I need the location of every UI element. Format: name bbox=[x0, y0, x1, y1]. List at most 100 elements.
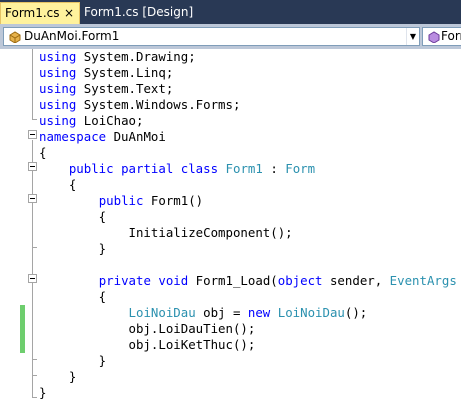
indicator-margin bbox=[0, 49, 20, 406]
code-token: { bbox=[39, 289, 107, 304]
code-line[interactable]: } bbox=[39, 353, 106, 369]
code-line[interactable]: LoiNoiDau obj = new LoiNoiDau(); bbox=[39, 305, 368, 321]
outline-line bbox=[32, 119, 37, 120]
type-token: LoiNoiDau bbox=[277, 305, 345, 320]
class-dropdown-value: DuAnMoi.Form1 bbox=[24, 29, 120, 43]
code-token: InitializeComponent(); bbox=[39, 225, 293, 240]
code-token: e) bbox=[457, 273, 461, 288]
code-token: { bbox=[39, 209, 107, 224]
code-line[interactable]: } bbox=[39, 369, 76, 385]
outline-line bbox=[32, 359, 37, 360]
code-token: System.Drawing; bbox=[76, 49, 196, 64]
class-icon bbox=[9, 31, 21, 43]
collapse-icon[interactable] bbox=[28, 130, 37, 139]
keyword-token: new bbox=[247, 305, 271, 320]
code-token: System.Text; bbox=[76, 81, 174, 96]
code-line[interactable]: { bbox=[39, 209, 106, 225]
outline-line bbox=[32, 247, 37, 248]
code-line[interactable]: { bbox=[39, 289, 106, 305]
code-token: Form1() bbox=[143, 193, 204, 208]
change-indicator bbox=[20, 305, 25, 353]
keyword-token: public bbox=[68, 161, 114, 176]
type-token: LoiNoiDau bbox=[128, 305, 196, 320]
keyword-token: namespace bbox=[39, 129, 107, 144]
code-line[interactable]: namespace DuAnMoi bbox=[39, 129, 166, 145]
type-token: EventArgs bbox=[389, 273, 457, 288]
tab-form1-design[interactable]: Form1.cs [Design] bbox=[80, 2, 193, 24]
keyword-token: using bbox=[39, 49, 77, 64]
outlining-margin bbox=[28, 49, 38, 406]
member-icon bbox=[428, 31, 440, 43]
code-line[interactable]: public Form1() bbox=[39, 193, 203, 209]
keyword-token: partial bbox=[121, 161, 174, 176]
code-line[interactable]: { bbox=[39, 177, 76, 193]
code-token: sender, bbox=[322, 273, 390, 288]
type-token: Form bbox=[285, 161, 316, 176]
code-token: } bbox=[39, 241, 107, 256]
code-token: obj.LoiDauTien(); bbox=[39, 321, 256, 336]
chevron-down-icon[interactable]: ▼ bbox=[406, 28, 419, 45]
code-line[interactable]: obj.LoiDauTien(); bbox=[39, 321, 256, 337]
type-token: Form1 bbox=[225, 161, 263, 176]
code-token: System.Linq; bbox=[76, 65, 174, 80]
document-tab-strip: Form1.cs × Form1.cs [Design] bbox=[0, 0, 461, 24]
collapse-icon[interactable] bbox=[28, 274, 37, 283]
code-line[interactable]: using System.Windows.Forms; bbox=[39, 97, 240, 113]
code-token: } bbox=[39, 369, 77, 384]
tab-label: Form1.cs [Design] bbox=[84, 5, 194, 19]
keyword-token: void bbox=[158, 273, 189, 288]
code-token: { bbox=[39, 177, 77, 192]
close-icon[interactable]: × bbox=[64, 3, 74, 23]
code-token: { bbox=[39, 145, 47, 160]
collapse-icon[interactable] bbox=[28, 194, 37, 203]
code-editor[interactable]: using System.Drawing; using System.Linq; u… bbox=[0, 49, 461, 406]
code-token: } bbox=[39, 353, 107, 368]
keyword-token: using bbox=[39, 97, 77, 112]
code-line[interactable]: using LoiChao; bbox=[39, 113, 143, 129]
code-token: obj.LoiKetThuc(); bbox=[39, 337, 256, 352]
code-token: LoiChao; bbox=[76, 113, 144, 128]
code-line[interactable]: using System.Linq; bbox=[39, 65, 173, 81]
code-line[interactable]: public partial class Form1 : Form bbox=[39, 161, 315, 177]
navigation-bar: DuAnMoi.Form1 ▼ Form bbox=[0, 24, 461, 49]
code-line[interactable]: using System.Drawing; bbox=[39, 49, 196, 65]
code-line[interactable]: InitializeComponent(); bbox=[39, 225, 293, 241]
code-line[interactable]: obj.LoiKetThuc(); bbox=[39, 337, 256, 353]
outline-line bbox=[32, 397, 37, 398]
keyword-token: using bbox=[39, 81, 77, 96]
code-token: : bbox=[262, 161, 286, 176]
outline-line bbox=[32, 375, 37, 376]
code-line[interactable]: using System.Text; bbox=[39, 81, 173, 97]
code-line[interactable]: } bbox=[39, 385, 46, 401]
code-line[interactable]: private void Form1_Load(object sender, E… bbox=[39, 273, 461, 289]
code-token: obj = bbox=[195, 305, 248, 320]
keyword-token: object bbox=[277, 273, 323, 288]
code-token: DuAnMoi bbox=[106, 129, 166, 144]
collapse-icon[interactable] bbox=[28, 162, 37, 171]
code-line[interactable]: } bbox=[39, 241, 106, 257]
class-dropdown[interactable]: DuAnMoi.Form1 ▼ bbox=[3, 27, 420, 46]
code-line[interactable]: { bbox=[39, 145, 46, 161]
code-token: System.Windows.Forms; bbox=[76, 97, 241, 112]
tab-label: Form1.cs bbox=[5, 6, 60, 20]
keyword-token: using bbox=[39, 113, 77, 128]
code-token: (); bbox=[344, 305, 368, 320]
member-dropdown-value: Form bbox=[441, 29, 461, 43]
keyword-token: private bbox=[98, 273, 151, 288]
keyword-token: class bbox=[180, 161, 219, 176]
code-token: } bbox=[39, 385, 47, 400]
outline-line bbox=[32, 49, 33, 119]
member-dropdown[interactable]: Form bbox=[422, 27, 461, 46]
keyword-token: using bbox=[39, 65, 77, 80]
keyword-token: public bbox=[98, 193, 144, 208]
code-token: Form1_Load( bbox=[188, 273, 278, 288]
tab-form1-cs[interactable]: Form1.cs × bbox=[0, 2, 80, 24]
